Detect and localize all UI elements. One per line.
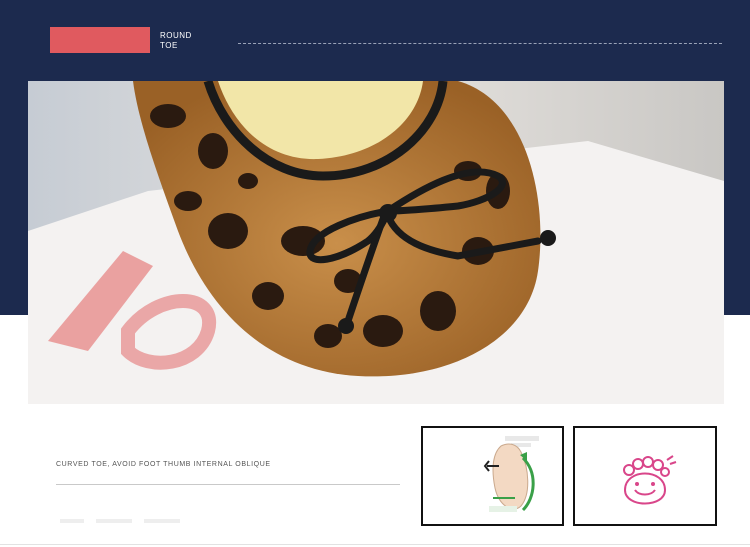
- faint-subtext: [60, 519, 180, 523]
- smiling-foot-thumbnail: [573, 426, 717, 526]
- dashed-divider: [238, 43, 722, 44]
- section-label-line2: TOE: [160, 41, 178, 50]
- section-label-line1: ROUND: [160, 31, 192, 40]
- smiling-foot-icon: [623, 455, 677, 505]
- section-label: ROUND TOE: [160, 31, 192, 51]
- feature-caption: CURVED TOE, AVOID FOOT THUMB INTERNAL OB…: [56, 461, 271, 468]
- foot-toe-diagram-thumbnail: [421, 426, 564, 526]
- bottom-divider: [0, 544, 750, 545]
- foot-toe-diagram-icon: [483, 436, 539, 512]
- product-photo: [28, 81, 724, 404]
- accent-block: [50, 27, 150, 53]
- caption-underline: [56, 484, 400, 485]
